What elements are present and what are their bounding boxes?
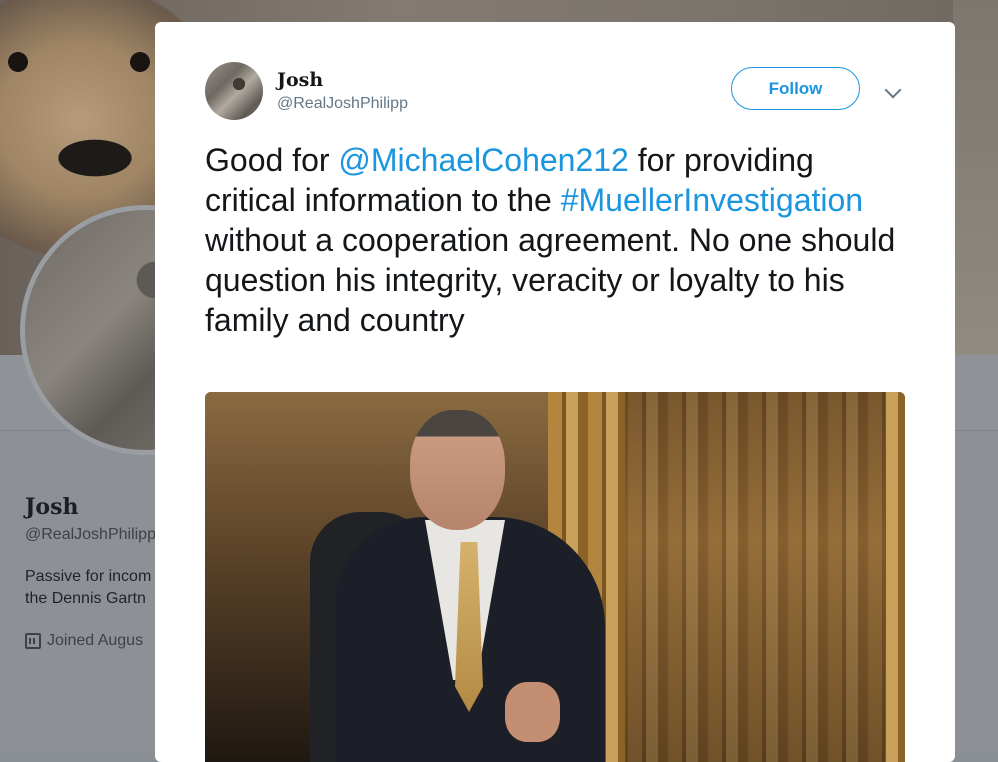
profile-bio: Passive for incom the Dennis Gartn	[25, 568, 152, 607]
author-avatar[interactable]	[205, 62, 263, 120]
tweet-modal: Josh @RealJoshPhilipp Follow Good for @M…	[155, 22, 955, 762]
profile-joined: Joined Augus	[25, 632, 143, 650]
author-name[interactable]: Josh	[277, 69, 408, 91]
tweet-author[interactable]: Josh @RealJoshPhilipp	[205, 62, 408, 120]
profile-handle[interactable]: @RealJoshPhilipp	[25, 526, 156, 544]
tweet-text-part: Good for	[205, 142, 339, 178]
tweet-photo[interactable]	[205, 392, 905, 762]
banner-edge	[953, 0, 998, 355]
tweet-text-part: without a cooperation agreement. No one …	[205, 222, 896, 338]
calendar-icon	[25, 633, 41, 649]
profile-joined-label: Joined Augus	[47, 632, 144, 649]
tweet-text: Good for @MichaelCohen212 for providing …	[205, 140, 905, 340]
mention-link[interactable]: @MichaelCohen212	[338, 142, 628, 178]
profile-name: Josh	[25, 494, 79, 520]
photo-person-hand	[505, 682, 560, 742]
author-handle[interactable]: @RealJoshPhilipp	[277, 95, 408, 113]
follow-button[interactable]: Follow	[731, 67, 860, 110]
chevron-down-icon[interactable]	[884, 81, 902, 99]
photo-person-head	[410, 410, 505, 530]
hashtag-link[interactable]: #MuellerInvestigation	[561, 182, 863, 218]
photo-door-glass	[625, 392, 885, 762]
